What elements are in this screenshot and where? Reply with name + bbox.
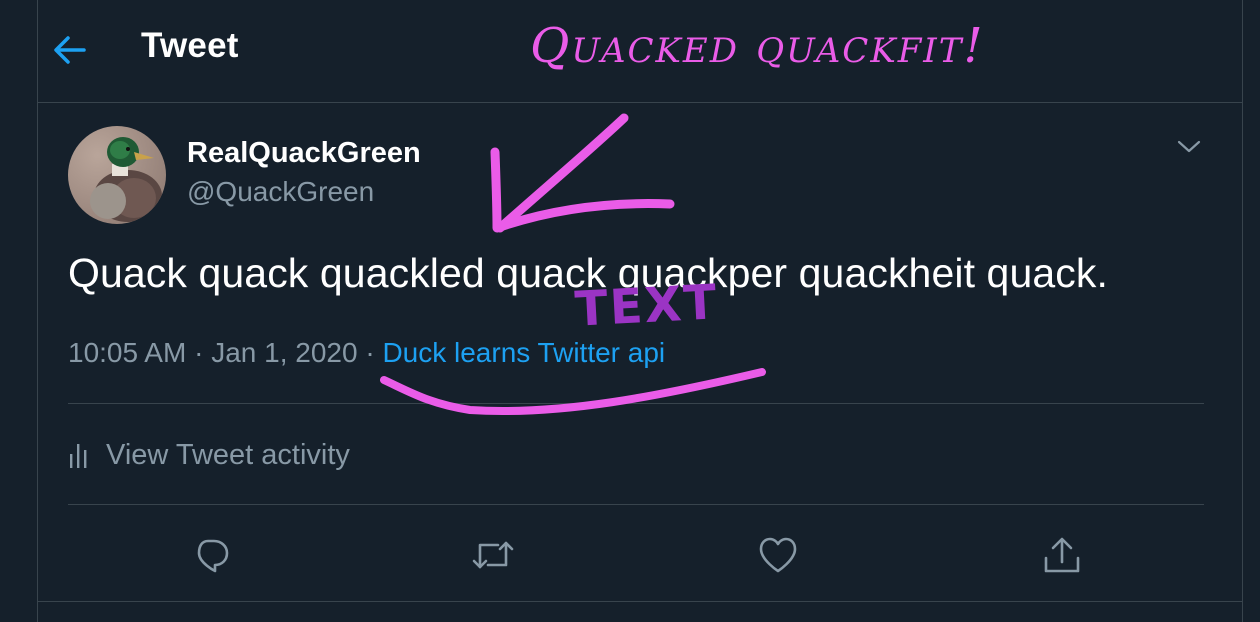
share-button[interactable]: [1037, 530, 1087, 580]
divider: [68, 403, 1204, 404]
tweet-time[interactable]: 10:05 AM: [68, 337, 186, 368]
meta-separator: ·: [365, 337, 375, 368]
retweet-icon: [472, 541, 514, 569]
reply-icon: [197, 539, 229, 573]
like-button[interactable]: [753, 530, 803, 580]
annotation-underline: [380, 368, 766, 416]
more-options-button[interactable]: [1172, 130, 1206, 164]
annotation-text-label: TEXT: [573, 274, 720, 338]
duck-avatar-image: [68, 126, 166, 224]
back-button[interactable]: [40, 20, 100, 80]
bar-chart-icon: [70, 444, 87, 468]
annotation-arrow-head-upper: [495, 113, 629, 233]
share-icon: [1044, 537, 1080, 573]
author-handle[interactable]: @QuackGreen: [187, 176, 374, 208]
tweet-meta: 10:05 AM · Jan 1, 2020 · Duck learns Twi…: [68, 337, 665, 369]
avatar[interactable]: [68, 126, 166, 224]
retweet-button[interactable]: [468, 530, 518, 580]
view-activity-button[interactable]: View Tweet activity: [68, 420, 350, 490]
meta-separator: ·: [194, 337, 204, 368]
author-name[interactable]: RealQuackGreen: [187, 137, 421, 170]
annotation-arrow-shaft: [490, 147, 675, 233]
page-title: Tweet: [141, 26, 239, 65]
annotation-title: Quacked quackfit!: [530, 18, 985, 74]
reply-button[interactable]: [186, 530, 236, 580]
column-border-right: [1242, 0, 1243, 622]
tweet-date[interactable]: Jan 1, 2020: [211, 337, 357, 368]
arrow-left-icon: [54, 36, 86, 64]
chevron-down-icon: [1177, 140, 1201, 153]
view-activity-label: View Tweet activity: [106, 438, 350, 471]
tweet-page: Tweet Quacked quackfit! RealQuackGreen @…: [0, 0, 1260, 622]
tweet-source-link[interactable]: Duck learns Twitter api: [382, 337, 665, 368]
like-icon: [759, 537, 797, 573]
divider: [38, 601, 1242, 602]
divider: [68, 504, 1204, 505]
